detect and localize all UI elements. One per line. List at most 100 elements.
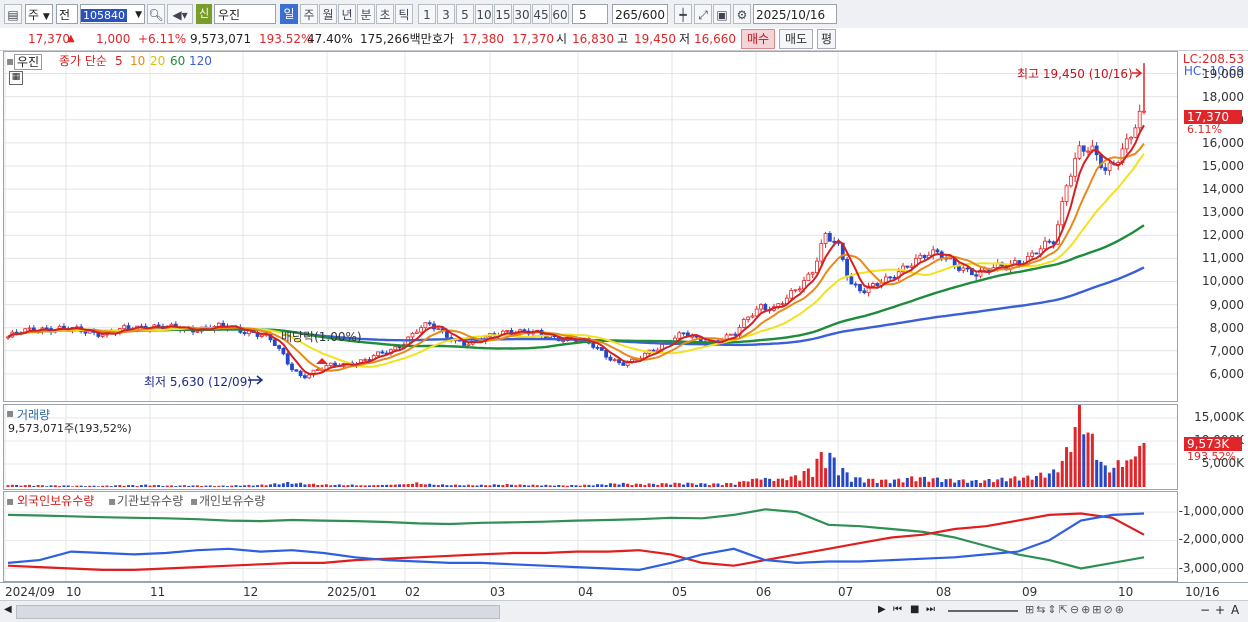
interval-30-button[interactable]: 30 [513,4,531,24]
price-pane[interactable]: ▪ 우진 종가 단순 5 10 20 60 120 ▦ 최고 19,450 (1… [3,51,1178,402]
table-icon[interactable]: ▦ [9,71,23,85]
volume-bar [6,485,10,487]
zoom-out-icon[interactable]: − [1200,603,1210,617]
period-day-tab[interactable]: 일 [280,4,298,24]
volume-bar [781,478,785,487]
holdings-pane[interactable]: ▪ 외국인보유수량 ▪ 기관보유수량 ▪ 개인보유수량 [3,491,1178,582]
candle-body [853,283,858,286]
volume-bar [574,485,578,487]
volume-bar [441,484,445,487]
speaker-icon[interactable]: ◀▾ [167,4,193,24]
scroll-thumb[interactable] [16,605,500,619]
volume-tick-label: 15,000K [1194,409,1244,424]
volume-bar [454,484,458,487]
legend-ma20[interactable]: 20 [150,54,165,68]
volume-readout: 9,573,071주(193,52%) [8,422,132,435]
price-tick-label: 15,000 [1202,158,1244,173]
period-year-tab[interactable]: 년 [338,4,356,24]
buy-button[interactable]: 매수 [741,29,776,49]
turnover-rate: 47.40% [307,32,353,46]
period-second-tab[interactable]: 초 [376,4,394,24]
volume-bar [768,478,772,487]
sell-button[interactable]: 매도 [779,29,814,49]
volume-bar [423,484,427,487]
scroll-left-icon[interactable]: ◀ [4,604,12,615]
gear-icon[interactable]: ⚙ [733,4,751,24]
volume-bar [165,485,169,487]
interval-60-button[interactable]: 60 [551,4,569,24]
candle-body [376,351,380,357]
count-input[interactable]: 265/600 [612,4,668,24]
volume-bar [126,485,130,487]
fast-forward-icon[interactable]: ⏭ [926,604,935,615]
layout-icon[interactable]: ▤ [4,4,22,24]
volume-bar [268,484,272,487]
volume-bar [884,479,888,487]
volume-bar [10,484,14,487]
zoom-slider[interactable] [948,610,1018,612]
candle-body [410,332,415,338]
volume-bar [548,485,552,487]
evaluate-button[interactable]: 평 [817,29,837,49]
search-icon[interactable]: 🔍︎ [147,4,165,24]
volume-bar [191,485,195,487]
legend-ma60[interactable]: 60 [170,54,185,68]
chevron-down-icon[interactable]: ▼ [135,5,142,25]
save-icon[interactable]: ▣ [713,4,731,24]
interval-10-button[interactable]: 10 [475,4,493,24]
legend-institution[interactable]: 기관보유수량 [117,494,183,508]
volume-bar [531,484,535,487]
unit-select[interactable]: 5 [572,4,608,24]
legend-ma10[interactable]: 10 [130,54,145,68]
auto-scale-icon[interactable]: A [1231,603,1239,617]
mode-select[interactable]: 전 [56,4,78,24]
period-tick-tab[interactable]: 틱 [395,4,413,24]
scroll-right-icon[interactable]: ▶ [878,604,886,615]
candle-body [561,340,565,342]
candle-body [845,259,849,278]
legend-ma-label[interactable]: 종가 단순 [59,54,107,68]
candle-body [363,359,368,361]
volume-bar [639,484,643,487]
date-input[interactable]: 2025/10/16 ▦ [753,4,837,42]
period-week-tab[interactable]: 주 [300,4,318,24]
tool-icons[interactable]: ⊞⇆⇕⇱⊖⊕⊞⊘⊛ [1025,603,1126,616]
interval-45-button[interactable]: 45 [532,4,550,24]
stock-name-field[interactable]: 우진 [214,4,276,24]
volume-bar [682,484,686,487]
candle-body [1077,145,1082,159]
period-minute-tab[interactable]: 분 [357,4,375,24]
draw-tool-icon[interactable]: ⤢ [694,4,712,24]
price-tick-label: 11,000 [1202,251,1244,266]
interval-5-button[interactable]: 5 [456,4,474,24]
volume-bar [1142,442,1146,487]
volume-bar [1052,469,1056,487]
candle-body [1064,185,1069,203]
volume-pane[interactable]: ▪ 거래량 9,573,071주(193,52%) [3,404,1178,490]
stop-icon[interactable]: ■ [910,604,919,615]
candle-body [1142,110,1146,113]
volume-bar [488,485,492,487]
high-annotation: 최고 19,450 (10/16) [1017,67,1133,81]
legend-individual[interactable]: 개인보유수량 [199,494,265,508]
zoom-in-icon[interactable]: + [1215,603,1225,617]
code-input[interactable]: 105840 ▼ [80,4,145,24]
candle-body [741,319,746,328]
legend-stock-name[interactable]: 우진 [14,54,43,70]
legend-ma5[interactable]: 5 [115,54,123,68]
interval-1-button[interactable]: 1 [418,4,436,24]
volume-bar [940,482,944,487]
period-month-tab[interactable]: 월 [319,4,337,24]
candle-body [810,272,815,275]
volume-bar [320,484,324,487]
rewind-icon[interactable]: ⏮ [893,604,902,615]
legend-ma120[interactable]: 120 [189,54,212,68]
interval-3-button[interactable]: 3 [437,4,455,24]
ask-price: 17,380 [462,32,504,46]
market-select[interactable]: 주 ▼ [25,4,53,24]
interval-15-button[interactable]: 15 [494,4,512,24]
scrollbar[interactable]: ◀ ▶ ⏮ ■ ⏭ ⊞⇆⇕⇱⊖⊕⊞⊘⊛ − + A [0,600,1248,622]
legend-foreign[interactable]: 외국인보유수량 [17,494,94,508]
candle-icon[interactable]: ┿ [674,4,692,24]
volume-bar [759,479,763,487]
